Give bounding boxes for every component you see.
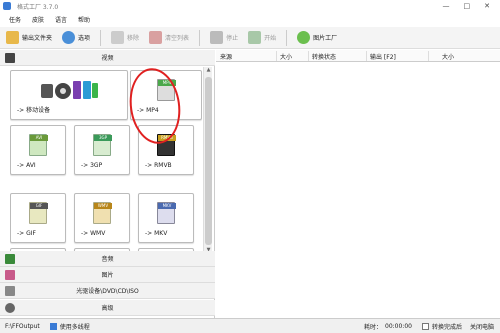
image-factory-button[interactable]: 图片工厂	[297, 29, 337, 47]
stop-label: 停止	[226, 35, 239, 42]
column-size[interactable]: 大小	[280, 52, 292, 61]
options-label: 选项	[78, 35, 91, 42]
scroll-thumb[interactable]	[205, 77, 212, 245]
wmv-file-icon: WMV	[93, 202, 112, 224]
column-divider	[308, 51, 309, 61]
3gp-tag: 3GP	[94, 135, 112, 141]
start-button[interactable]: 开始	[248, 29, 276, 47]
clear-list-label: 清空列表	[165, 35, 190, 42]
elapsed-time: 00:00:00	[385, 322, 412, 330]
toolbar-divider	[100, 29, 102, 46]
menu-bar: 任务 皮肤 语言 帮助	[0, 13, 500, 25]
video-category-label: 视频	[101, 55, 114, 62]
app-logo-icon	[3, 2, 11, 10]
start-icon	[248, 31, 262, 44]
title-bar: 格式工厂 3.7.0 — □ ✕	[0, 0, 500, 12]
gif-file-icon: GIF	[29, 202, 48, 224]
menu-language[interactable]: 语言	[55, 15, 67, 24]
wmv-tag: WMV	[94, 203, 112, 209]
stop-button[interactable]: 停止	[210, 29, 238, 47]
tile-mobile-device[interactable]: -> 移动设备	[10, 70, 128, 120]
remove-icon	[111, 31, 125, 44]
maximize-button[interactable]: □	[464, 2, 471, 10]
window-controls: — □ ✕	[443, 2, 491, 10]
shutdown-dropdown[interactable]: 关闭电脑	[470, 322, 494, 331]
task-list[interactable]: 来源 大小 转换状态 输出 [F2] 大小	[216, 50, 500, 318]
menu-help[interactable]: 帮助	[78, 15, 90, 24]
mkv-file-icon: MKV	[157, 202, 176, 224]
remove-label: 移除	[127, 35, 140, 42]
stop-icon	[210, 31, 224, 44]
status-bar: F:\FFOutput 使用多线程 耗时： 00:00:00 转换完成后 关闭电…	[0, 318, 500, 333]
menu-skin[interactable]: 皮肤	[32, 15, 44, 24]
after-convert-label: 转换完成后	[431, 323, 462, 331]
start-label: 开始	[264, 35, 277, 42]
disc-category-label: 光驱设备\DVD\CD\ISO	[76, 288, 139, 295]
clear-icon	[149, 31, 163, 44]
menu-task[interactable]: 任务	[9, 15, 21, 24]
output-folder-label: 输出文件夹	[22, 35, 53, 42]
window-title: 格式工厂 3.7.0	[17, 3, 59, 11]
disc-category-header[interactable]: 光驱设备\DVD\CD\ISO	[0, 283, 215, 299]
column-divider	[366, 51, 367, 61]
image-category-label: 图片	[101, 272, 114, 279]
mkv-tag: MKV	[158, 203, 176, 209]
format-grid-scrollbar[interactable]: ▲ ▼	[203, 67, 212, 255]
tile-3gp-label: -> 3GP	[81, 162, 103, 169]
tile-3gp[interactable]: 3GP -> 3GP	[74, 125, 130, 175]
tile-avi[interactable]: AVI -> AVI	[10, 125, 66, 175]
gif-tag: GIF	[30, 203, 48, 209]
elapsed-label: 耗时：	[364, 323, 383, 331]
tile-mkv-label: -> MKV	[145, 230, 168, 237]
options-button[interactable]: 选项	[62, 29, 90, 47]
scroll-up-arrow-icon[interactable]: ▲	[204, 67, 213, 75]
category-panel: 视频 -> 移动设备 MP4 -> MP4 AVI -> AVI 3GP -> …	[0, 50, 215, 318]
avi-file-icon: AVI	[29, 134, 48, 156]
clear-list-button[interactable]: 清空列表	[149, 29, 189, 47]
audio-category-header[interactable]: 音频	[0, 251, 215, 267]
gear-icon	[62, 31, 76, 44]
tile-mkv[interactable]: MKV -> MKV	[138, 193, 194, 243]
column-divider	[276, 51, 277, 61]
task-list-header: 来源 大小 转换状态 输出 [F2] 大小	[216, 50, 500, 62]
tile-gif[interactable]: GIF -> GIF	[10, 193, 66, 243]
image-factory-icon	[297, 31, 311, 44]
column-output[interactable]: 输出 [F2]	[370, 52, 396, 61]
column-output-size[interactable]: 大小	[442, 52, 454, 61]
minimize-button[interactable]: —	[443, 2, 450, 10]
output-folder-button[interactable]: 输出文件夹	[6, 29, 52, 47]
tile-wmv-label: -> WMV	[81, 230, 106, 237]
avi-tag: AVI	[30, 135, 48, 141]
remove-button[interactable]: 移除	[111, 29, 139, 47]
advanced-category-header[interactable]: 高级	[0, 300, 215, 316]
mobile-devices-icon	[41, 81, 98, 99]
multithread-label: 使用多线程	[59, 323, 90, 331]
output-path[interactable]: F:\FFOutput	[5, 323, 40, 330]
tile-wmv[interactable]: WMV -> WMV	[74, 193, 130, 243]
close-button[interactable]: ✕	[484, 2, 490, 10]
after-convert-checkbox[interactable]	[421, 322, 429, 330]
video-category-header[interactable]: 视频	[0, 50, 215, 66]
3gp-file-icon: 3GP	[93, 134, 112, 156]
image-category-header[interactable]: 图片	[0, 267, 215, 283]
column-status[interactable]: 转换状态	[312, 52, 336, 61]
tile-rmvb-label: -> RMVB	[145, 162, 172, 169]
advanced-category-label: 高级	[101, 305, 114, 312]
toolbar: 输出文件夹 选项 移除 清空列表 停止 开始 图片工厂	[0, 27, 500, 49]
column-divider	[428, 51, 429, 61]
folder-icon	[6, 31, 19, 44]
audio-category-label: 音频	[101, 256, 114, 263]
toolbar-divider	[199, 29, 201, 46]
tile-mobile-device-label: -> 移动设备	[17, 107, 51, 114]
image-factory-label: 图片工厂	[313, 35, 338, 42]
tile-avi-label: -> AVI	[17, 162, 36, 169]
toolbar-divider	[286, 29, 288, 46]
multithread-checkbox[interactable]	[49, 322, 57, 330]
column-source[interactable]: 来源	[220, 52, 232, 61]
tile-gif-label: -> GIF	[17, 230, 36, 237]
